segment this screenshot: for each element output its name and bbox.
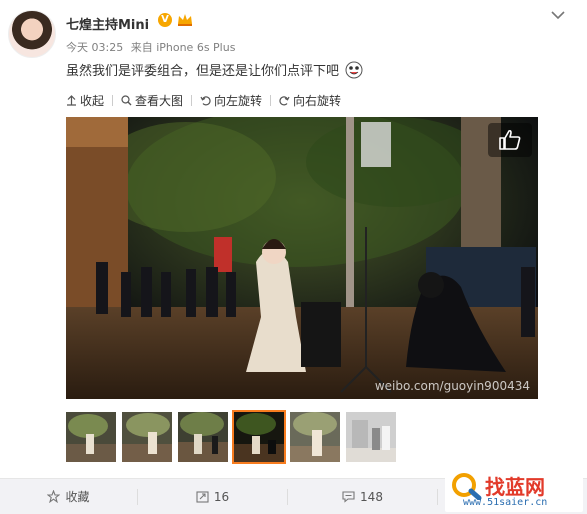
emoji-icon	[345, 61, 363, 79]
action-divider	[437, 488, 438, 505]
thumbnail-image	[290, 412, 340, 462]
thumbnail-active[interactable]	[232, 410, 286, 464]
repost-icon	[196, 491, 209, 503]
comment-count: 148	[360, 489, 383, 504]
toolbar-divider	[270, 94, 272, 106]
view-large-button[interactable]: 查看大图	[121, 92, 183, 109]
post-meta: 今天 03:25 来自 iPhone 6s Plus	[66, 39, 235, 55]
post-text-content: 虽然我们是评委组合，但是还是让你们点评下吧	[66, 64, 340, 79]
thumbnail-image	[178, 412, 228, 462]
repost-button[interactable]: 16	[138, 479, 287, 514]
logo-mark-icon	[452, 473, 482, 500]
username[interactable]: 七煌主持Mini	[66, 14, 149, 33]
site-logo-url: www.51saier.cn	[463, 497, 548, 508]
post-source: 来自 iPhone 6s Plus	[130, 41, 236, 54]
post-text: 虽然我们是评委组合，但是还是让你们点评下吧	[66, 60, 363, 79]
crown-icon	[178, 14, 192, 26]
rotate-left-label: 向左旋转	[214, 93, 263, 108]
collapse-icon	[67, 94, 76, 106]
thumbs-up-icon	[499, 129, 521, 150]
rotate-right-button[interactable]: 向右旋转	[279, 92, 341, 109]
thumbnail[interactable]	[66, 412, 116, 462]
photo-watermark: weibo.com/guoyin900434	[374, 379, 530, 393]
rotate-left-icon	[200, 95, 211, 105]
rotate-right-label: 向右旋转	[293, 93, 342, 108]
collapse-button[interactable]: 收起	[66, 92, 104, 109]
thumbnail[interactable]	[290, 412, 340, 462]
favorite-button[interactable]: 收藏	[0, 479, 137, 514]
magnify-icon	[121, 94, 132, 105]
site-logo: 找蓝网 www.51saier.cn	[445, 470, 583, 512]
favorite-label: 收藏	[65, 490, 90, 504]
avatar[interactable]	[8, 10, 56, 58]
toolbar-divider	[191, 94, 193, 106]
star-icon	[47, 490, 61, 503]
thumbnail-image	[234, 412, 284, 462]
chevron-down-icon[interactable]	[551, 10, 565, 20]
image-toolbar: 收起 查看大图 向左旋转 向右旋转	[66, 90, 341, 110]
timestamp[interactable]: 今天 03:25	[66, 41, 123, 54]
view-large-label: 查看大图	[135, 93, 184, 108]
photo-scene	[66, 117, 538, 399]
comment-icon	[342, 491, 355, 503]
collapse-label: 收起	[80, 93, 105, 108]
like-photo-button[interactable]	[488, 123, 532, 157]
thumbnail[interactable]	[122, 412, 172, 462]
thumbnail[interactable]	[178, 412, 228, 462]
thumbnail-strip	[66, 410, 396, 464]
main-photo[interactable]: weibo.com/guoyin900434	[66, 117, 538, 399]
verified-badge: V	[158, 13, 172, 27]
thumbnail-image	[122, 412, 172, 462]
rotate-right-icon	[279, 95, 290, 105]
thumbnail-image	[346, 412, 396, 462]
thumbnail-image	[66, 412, 116, 462]
site-logo-name: 找蓝网	[485, 475, 545, 499]
thumbnail[interactable]	[346, 412, 396, 462]
toolbar-divider	[112, 94, 114, 106]
rotate-left-button[interactable]: 向左旋转	[200, 92, 262, 109]
comment-button[interactable]: 148	[288, 479, 437, 514]
repost-count: 16	[213, 489, 230, 504]
